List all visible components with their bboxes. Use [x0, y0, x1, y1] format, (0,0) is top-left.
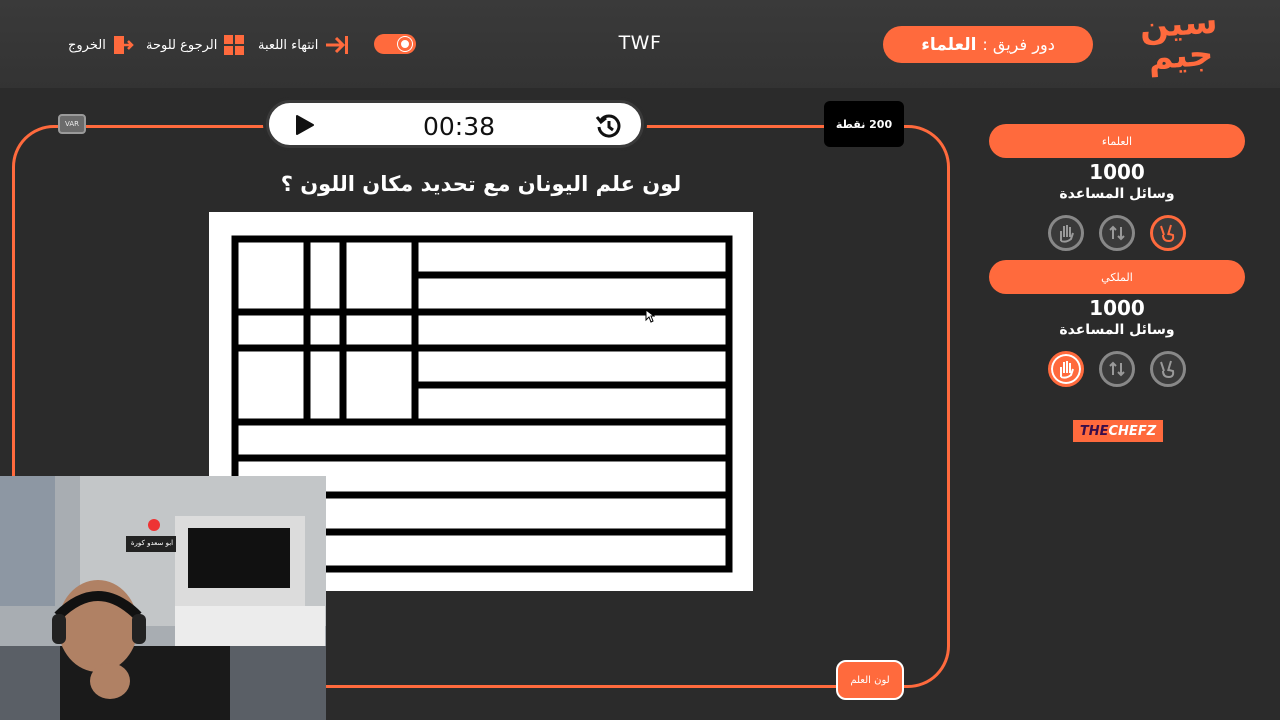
- sponsor-chefz: CHEFZ: [1108, 423, 1157, 439]
- back-to-board-label: الرجوع للوحة: [146, 37, 218, 53]
- top-bar: الخروج الرجوع للوحة انتهاء اللعبة TWF دو…: [0, 0, 1280, 88]
- victory-hand-icon[interactable]: [1150, 351, 1186, 387]
- category-tag: لون العلم: [836, 660, 904, 700]
- brand-logo: سين جيم: [1138, 1, 1219, 79]
- webcam-overlay: ابو سعدو كورة: [0, 476, 326, 720]
- team-2-name: الملكي: [989, 260, 1245, 294]
- turn-team-name: العلماء: [921, 34, 977, 55]
- team-2-aids-label: وسائل المساعدة: [1059, 322, 1175, 338]
- timer-toggle[interactable]: [374, 34, 416, 54]
- mouse-cursor-icon: [645, 309, 655, 323]
- raised-hand-icon[interactable]: [1048, 351, 1084, 387]
- sponsor-the: THE: [1079, 423, 1109, 439]
- timer-display: 00:38: [422, 112, 496, 141]
- end-game-label: انتهاء اللعبة: [258, 37, 319, 53]
- history-icon[interactable]: [595, 112, 623, 140]
- current-turn-badge: دور فريق : العلماء: [883, 26, 1093, 63]
- webcam-scene: [0, 476, 326, 720]
- exit-label: الخروج: [68, 37, 106, 53]
- swap-arrows-icon[interactable]: [1099, 351, 1135, 387]
- end-game-button[interactable]: انتهاء اللعبة: [258, 32, 350, 58]
- points-badge: 200 نقطة: [824, 101, 904, 147]
- timer-panel: 00:38: [266, 100, 644, 148]
- victory-hand-icon[interactable]: [1150, 215, 1186, 251]
- exit-button[interactable]: الخروج: [68, 32, 134, 58]
- team-2-score: 1000: [1089, 296, 1145, 320]
- turn-prefix: دور فريق :: [982, 35, 1055, 54]
- sponsor-logo: THE CHEFZ: [1073, 420, 1163, 442]
- team-1-name: العلماء: [989, 124, 1245, 158]
- grid-icon: [224, 35, 245, 55]
- raised-hand-icon[interactable]: [1048, 215, 1084, 251]
- webcam-sign: ابو سعدو كورة: [130, 539, 174, 547]
- question-text: لون علم اليونان مع تحديد مكان اللون ؟: [280, 172, 682, 196]
- exit-door-icon: [113, 36, 134, 54]
- team-1-score: 1000: [1089, 160, 1145, 184]
- var-button[interactable]: VAR: [58, 114, 86, 134]
- team-1-aids-label: وسائل المساعدة: [1059, 186, 1175, 202]
- play-icon[interactable]: [293, 114, 315, 136]
- app-title: TWF: [618, 32, 662, 54]
- arrow-to-bar-icon: [326, 36, 349, 54]
- swap-arrows-icon[interactable]: [1099, 215, 1135, 251]
- back-to-board-button[interactable]: الرجوع للوحة: [146, 32, 245, 58]
